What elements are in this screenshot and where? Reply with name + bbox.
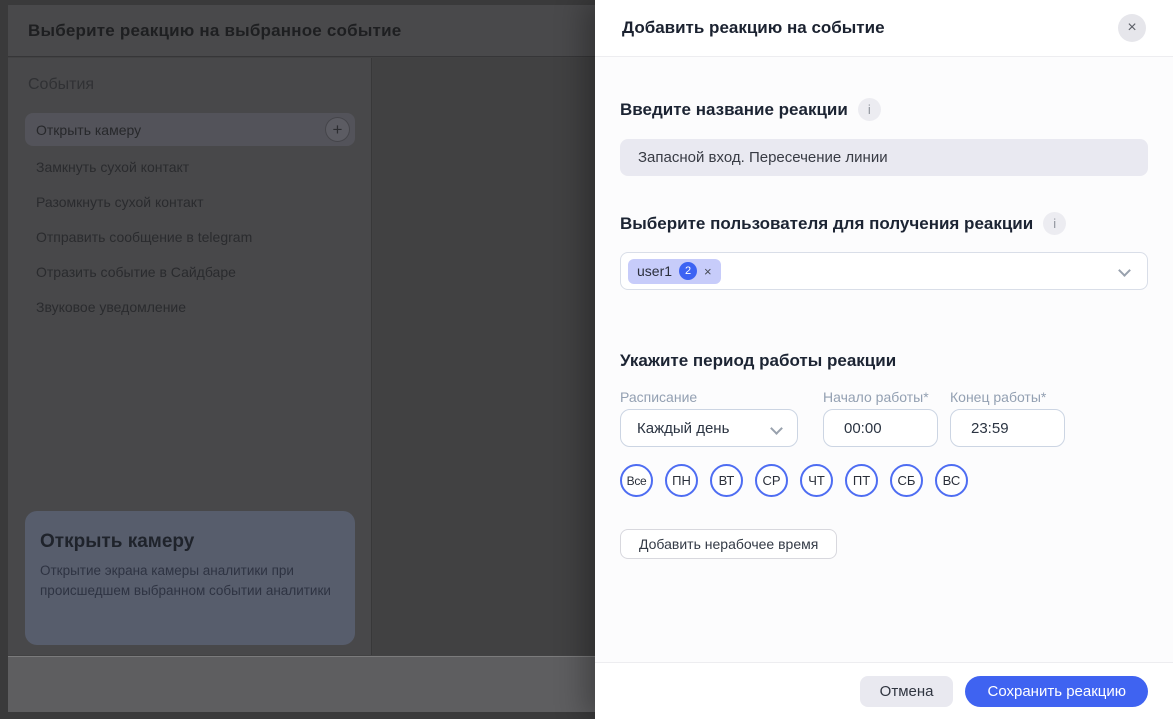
info-icon[interactable]: i: [1043, 212, 1066, 235]
chip-remove-icon[interactable]: ×: [704, 264, 712, 279]
events-panel-label: События: [28, 76, 94, 94]
period-field-labels: Расписание Начало работы* Конец работы*: [620, 389, 1148, 405]
day-toggle-fri[interactable]: ПТ: [845, 464, 878, 497]
user-chip-name: user1: [637, 263, 672, 279]
add-reaction-plus-icon[interactable]: +: [325, 117, 350, 142]
day-toggle-sun[interactable]: ВС: [935, 464, 968, 497]
end-time-input[interactable]: [950, 409, 1065, 447]
user-section-header: Выберите пользователя для получения реак…: [620, 212, 1148, 235]
start-time-input[interactable]: [823, 409, 938, 447]
required-mark: *: [923, 389, 928, 405]
day-toggle-sat[interactable]: СБ: [890, 464, 923, 497]
user-chip: user1 2 ×: [628, 259, 721, 284]
name-section-label: Введите название реакции: [620, 100, 848, 120]
chevron-down-icon: [770, 422, 783, 435]
events-panel: События Открыть камеру + Замкнуть сухой …: [8, 58, 372, 655]
event-item[interactable]: Разомкнуть сухой контакт: [36, 194, 204, 210]
close-icon[interactable]: ×: [1118, 14, 1146, 42]
event-item[interactable]: Отправить сообщение в telegram: [36, 229, 252, 245]
screen: Выберите реакцию на выбранное событие Со…: [0, 0, 1173, 719]
user-chip-count-badge: 2: [679, 262, 697, 280]
event-item[interactable]: Замкнуть сухой контакт: [36, 159, 189, 175]
start-label: Начало работы*: [823, 389, 950, 405]
period-controls: Каждый день: [620, 409, 1148, 447]
day-toggle-thu[interactable]: ЧТ: [800, 464, 833, 497]
day-toggle-wed[interactable]: СР: [755, 464, 788, 497]
name-section-header: Введите название реакции i: [620, 98, 1148, 121]
event-item-label: Открыть камеру: [36, 122, 141, 138]
schedule-label: Расписание: [620, 389, 823, 405]
modal-title: Добавить реакцию на событие: [622, 18, 885, 38]
user-select[interactable]: user1 2 ×: [620, 252, 1148, 290]
modal-body: Введите название реакции i Выберите поль…: [595, 57, 1173, 662]
add-downtime-button[interactable]: Добавить нерабочее время: [620, 529, 837, 559]
day-toggle-mon[interactable]: ПН: [665, 464, 698, 497]
event-item[interactable]: Отразить событие в Сайдбаре: [36, 264, 236, 280]
event-description-text: Открытие экрана камеры аналитики при про…: [40, 561, 339, 601]
info-icon[interactable]: i: [858, 98, 881, 121]
event-item[interactable]: Звуковое уведомление: [36, 299, 186, 315]
add-reaction-modal: Добавить реакцию на событие × Введите на…: [595, 0, 1173, 719]
save-reaction-button[interactable]: Сохранить реакцию: [965, 676, 1148, 707]
chevron-down-icon: [1118, 264, 1131, 277]
event-item-selected[interactable]: Открыть камеру +: [25, 113, 355, 146]
period-section-heading: Укажите период работы реакции: [620, 351, 1148, 371]
required-mark: *: [1041, 389, 1046, 405]
user-section-label: Выберите пользователя для получения реак…: [620, 214, 1033, 234]
schedule-select-value: Каждый день: [637, 420, 729, 437]
background-title: Выберите реакцию на выбранное событие: [28, 21, 401, 41]
cancel-button[interactable]: Отмена: [860, 676, 954, 707]
end-label: Конец работы*: [950, 389, 1046, 405]
event-description-card: Открыть камеру Открытие экрана камеры ан…: [25, 511, 355, 645]
weekday-toggles: Все ПН ВТ СР ЧТ ПТ СБ ВС: [620, 464, 1148, 497]
modal-header: Добавить реакцию на событие ×: [595, 0, 1173, 57]
event-description-title: Открыть камеру: [40, 531, 339, 553]
day-toggle-tue[interactable]: ВТ: [710, 464, 743, 497]
day-toggle-all[interactable]: Все: [620, 464, 653, 497]
modal-footer: Отмена Сохранить реакцию: [595, 662, 1173, 719]
reaction-name-input[interactable]: [620, 139, 1148, 176]
schedule-select[interactable]: Каждый день: [620, 409, 798, 447]
